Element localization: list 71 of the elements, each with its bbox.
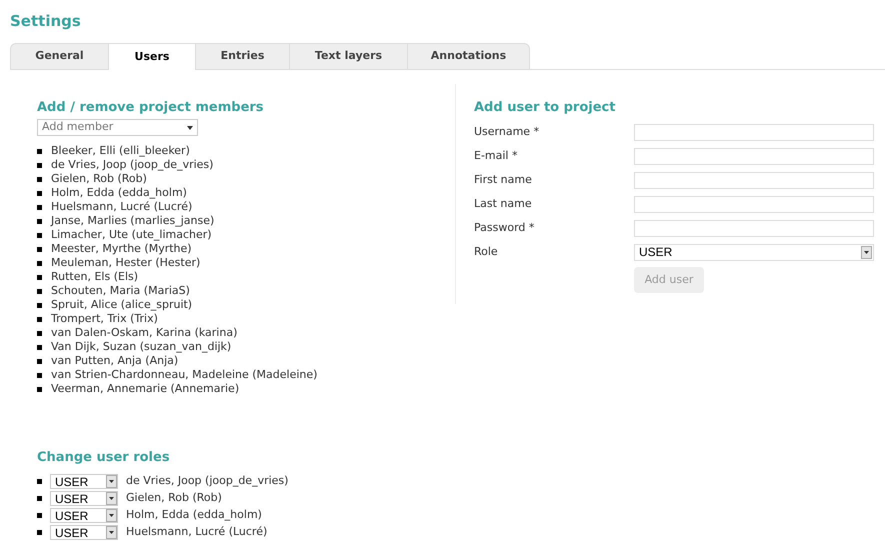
role-dropdown[interactable]: USER (50, 474, 118, 489)
text-field[interactable] (634, 196, 874, 212)
field-label: Last name (474, 196, 533, 212)
member-name: Trompert, Trix (Trix) (51, 311, 158, 327)
bullet-icon (37, 246, 42, 252)
bullet-icon (37, 218, 42, 224)
bullet-icon (37, 372, 42, 378)
member-name: de Vries, Joop (joop_de_vries) (51, 157, 214, 173)
bullet-icon (37, 274, 42, 280)
member-name: Bleeker, Elli (elli_bleeker) (51, 142, 190, 159)
add-member-dropdown[interactable]: Add member (37, 119, 198, 136)
member-name: van Putten, Anja (Anja) (51, 353, 178, 369)
field-label: Role (474, 244, 499, 260)
member-name: Limacher, Ute (ute_limacher) (51, 227, 212, 243)
bullet-icon (37, 204, 42, 210)
bullet-icon (37, 260, 42, 266)
member-name: Janse, Marlies (marlies_janse) (51, 212, 214, 229)
text-field[interactable] (634, 220, 874, 236)
member-name: de Vries, Joop (joop_de_vries) (126, 473, 288, 490)
member-name: Veerman, Annemarie (Annemarie) (51, 380, 240, 397)
tab[interactable]: General (10, 43, 108, 70)
text-field[interactable] (634, 172, 874, 188)
section-heading: Add user to project (474, 99, 616, 117)
member-name: Meester, Myrthe (Myrthe) (51, 241, 192, 257)
member-name: Schouten, Maria (MariaS) (51, 282, 190, 299)
bullet-icon (37, 288, 42, 294)
member-name: Van Dijk, Suzan (suzan_van_dijk) (51, 338, 232, 355)
field-label: Password * (474, 220, 536, 236)
member-name: Meuleman, Hester (Hester) (51, 254, 200, 271)
member-name: Huelsmann, Lucré (Lucré) (51, 199, 192, 215)
role-dropdown[interactable]: USER (50, 525, 118, 540)
text-field[interactable] (634, 148, 874, 164)
member-name: Holm, Edda (edda_holm) (126, 507, 262, 524)
tab[interactable]: Entries (195, 43, 289, 70)
bullet-icon (37, 330, 42, 336)
bullet-icon (37, 190, 42, 196)
bullet-icon (37, 344, 42, 350)
tab[interactable]: Annotations (407, 43, 530, 70)
bullet-icon (37, 530, 42, 535)
tab[interactable]: Users (108, 43, 195, 70)
bullet-icon (37, 162, 42, 168)
member-name: Rutten, Els (Els) (51, 268, 138, 285)
field-label: First name (474, 172, 533, 188)
bullet-icon (37, 316, 42, 322)
page-title: Settings (9, 11, 82, 32)
bullet-icon (37, 232, 42, 238)
section-heading: Change user roles (37, 449, 171, 467)
bullet-icon (37, 386, 42, 392)
field-label: E-mail * (474, 148, 518, 164)
bullet-icon (37, 479, 42, 484)
role-dropdown[interactable]: USER (50, 508, 118, 523)
role-dropdown[interactable]: USER (50, 491, 118, 506)
member-name: Gielen, Rob (Rob) (51, 171, 147, 187)
bullet-icon (37, 358, 42, 364)
section-heading: Add / remove project members (37, 99, 265, 117)
bullet-icon (37, 176, 42, 182)
member-name: Gielen, Rob (Rob) (126, 490, 222, 506)
tab[interactable]: Text layers (289, 43, 407, 70)
bullet-icon (37, 302, 42, 308)
member-name: Spruit, Alice (alice_spruit) (51, 296, 192, 313)
bullet-icon (37, 148, 42, 154)
caret-icon (187, 126, 193, 130)
bullet-icon (37, 513, 42, 518)
bullet-icon (37, 496, 42, 501)
member-name: Holm, Edda (edda_holm) (51, 184, 187, 201)
member-name: van Strien-Chardonneau, Madeleine (Madeleine) (51, 366, 318, 383)
field-label: Username * (474, 124, 540, 140)
role-dropdown[interactable]: USER (634, 244, 874, 260)
text-field[interactable] (634, 124, 874, 140)
member-name: van Dalen-Oskam, Karina (karina) (51, 324, 238, 341)
member-name: Huelsmann, Lucré (Lucré) (126, 524, 268, 540)
